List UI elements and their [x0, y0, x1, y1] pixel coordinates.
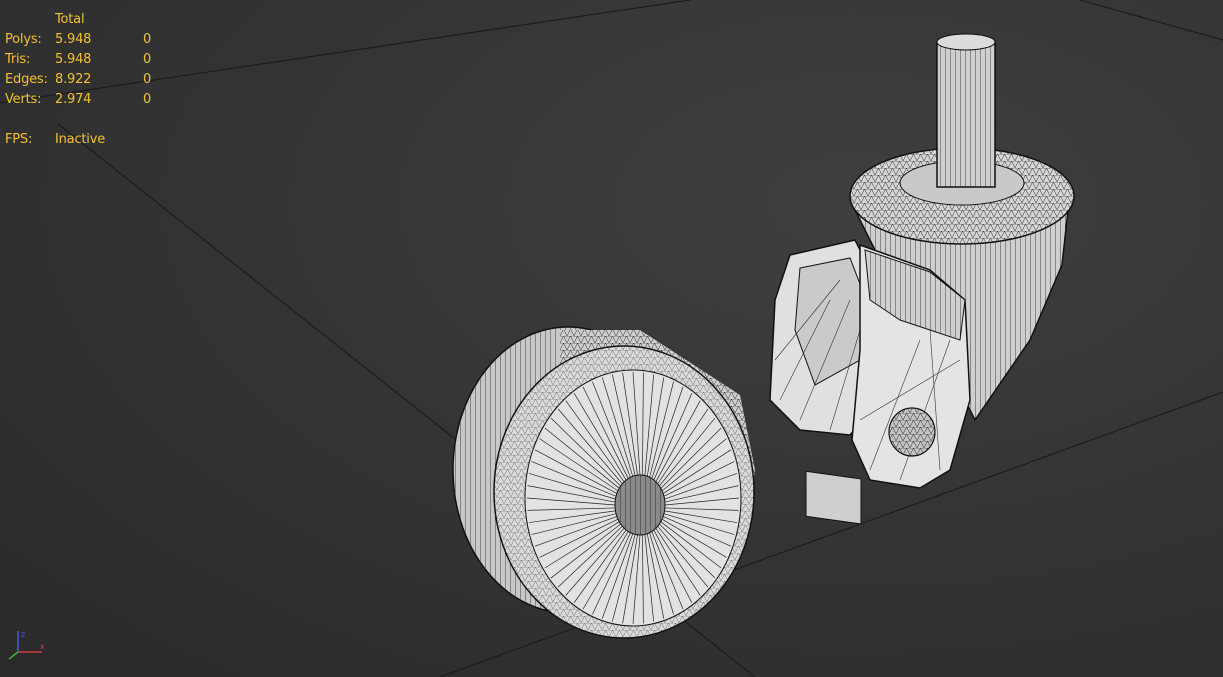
stats-label: Edges:: [5, 72, 48, 87]
stats-header: Total: [55, 12, 85, 27]
stats-selected: 0: [143, 52, 152, 67]
stats-selected: 0: [143, 32, 152, 47]
stats-label: Polys:: [5, 32, 42, 47]
svg-text:x: x: [40, 642, 45, 651]
stats-label: Verts:: [5, 92, 42, 107]
fps-label: FPS:: [5, 132, 33, 147]
perspective-viewport[interactable]: Total Polys: 5.948 0 Tris: 5.948 0 Edges…: [0, 0, 1223, 677]
scene-render[interactable]: [0, 0, 1223, 677]
svg-text:z: z: [21, 630, 25, 639]
wheel-mesh[interactable]: [452, 326, 755, 639]
xyz-axis-icon: z x: [8, 630, 45, 660]
stats-total: 8.922: [55, 72, 92, 87]
fps-value: Inactive: [55, 132, 105, 147]
stats-total: 5.948: [55, 32, 92, 47]
stats-selected: 0: [143, 72, 152, 87]
stats-total: 2.974: [55, 92, 92, 107]
stats-total: 5.948: [55, 52, 92, 67]
caster-mesh[interactable]: [769, 33, 1075, 525]
stats-selected: 0: [143, 92, 152, 107]
stats-label: Tris:: [5, 52, 31, 67]
